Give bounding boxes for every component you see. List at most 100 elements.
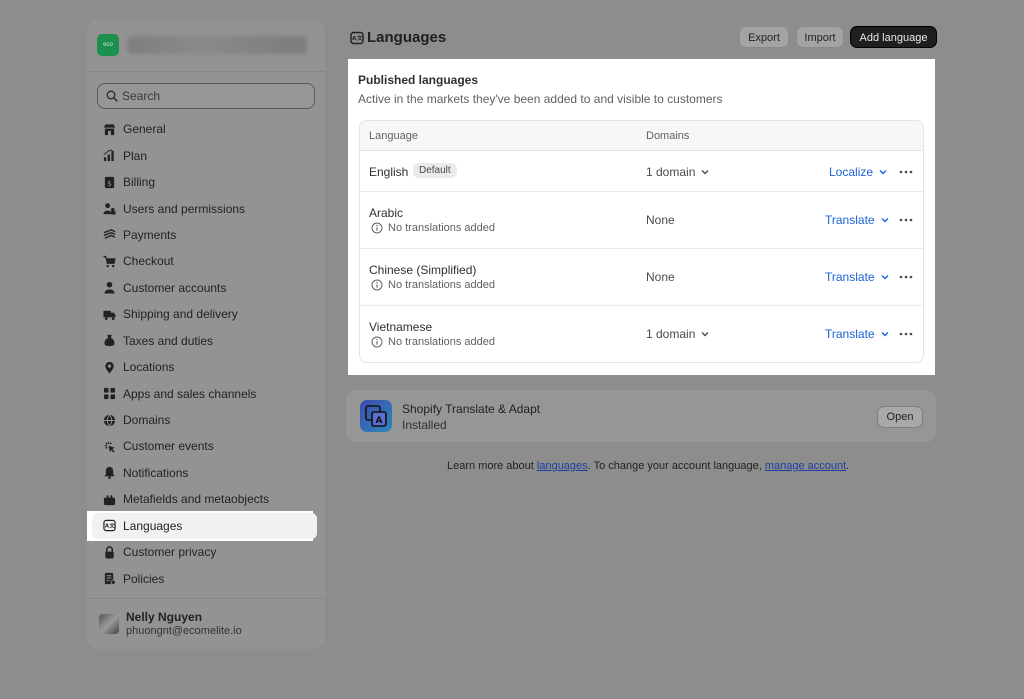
person-icon (103, 282, 115, 294)
sidebar-item-payments[interactable]: Payments (92, 222, 320, 248)
more-actions-icon[interactable] (898, 329, 914, 339)
default-badge: Default (413, 163, 457, 178)
add-language-button[interactable]: Add language (850, 26, 937, 48)
store-switcher[interactable]: eco (97, 34, 315, 60)
sidebar-item-shipping[interactable]: Shipping and delivery (92, 301, 320, 327)
localize-button[interactable]: Localize (829, 165, 888, 179)
sidebar-item-plan[interactable]: Plan (92, 142, 320, 168)
footer-suffix: . (846, 460, 850, 472)
footer-prefix: Learn more about (447, 460, 537, 472)
sidebar-item-locations[interactable]: Locations (92, 354, 320, 380)
sidebar-item-customer-accounts[interactable]: Customer accounts (92, 275, 320, 301)
svg-text:文: 文 (109, 523, 115, 530)
app-status: Installed (402, 418, 447, 432)
domains-dropdown[interactable]: 1 domain (646, 327, 710, 341)
languages-icon: A文 (350, 31, 364, 44)
manage-account-link[interactable]: manage account (765, 460, 846, 472)
sidebar-item-label: Metafields and metaobjects (123, 492, 270, 507)
page-title-text: Languages (367, 29, 447, 46)
apps-icon (103, 388, 115, 400)
translation-note: No translations added (371, 279, 495, 291)
sidebar-item-billing[interactable]: $ Billing (92, 169, 320, 195)
lock-icon (104, 545, 114, 559)
search-input[interactable] (122, 88, 307, 104)
store-name-blurred (127, 36, 307, 54)
sidebar-item-taxes[interactable]: Taxes and duties (92, 328, 320, 354)
translate-button[interactable]: Translate (825, 213, 890, 227)
globe-icon (103, 414, 115, 426)
sidebar-item-label: Checkout (123, 254, 174, 269)
languages-link[interactable]: languages (537, 460, 588, 472)
translate-button[interactable]: Translate (825, 327, 890, 341)
open-app-button[interactable]: Open (877, 406, 923, 428)
table-header: Language Domains (360, 121, 923, 151)
import-button[interactable]: Import (796, 26, 844, 48)
sidebar-item-privacy[interactable]: Customer privacy (92, 539, 320, 565)
store-icon (103, 124, 115, 135)
domains-value: None (646, 213, 675, 227)
more-actions-icon[interactable] (898, 215, 914, 225)
more-actions-icon[interactable] (898, 167, 914, 177)
chevron-down-icon (701, 332, 709, 337)
domains-dropdown[interactable]: 1 domain (646, 165, 710, 179)
policies-icon (104, 573, 116, 585)
sidebar-item-label: Customer events (123, 439, 214, 454)
sidebar-item-metafields[interactable]: Metafields and metaobjects (92, 486, 320, 512)
events-icon (104, 441, 115, 453)
action-label: Translate (825, 213, 875, 227)
sidebar-item-label: Billing (123, 175, 156, 190)
language-name: Arabic (369, 206, 404, 220)
sidebar-item-customer-events[interactable]: Customer events (92, 433, 320, 459)
account-menu[interactable]: Nelly Nguyen phuongnt@ecomelite.io (99, 610, 309, 640)
languages-table: Language Domains English Default 1 domai… (359, 120, 924, 363)
language-name: English (369, 165, 409, 179)
chevron-down-icon (881, 218, 889, 223)
column-header-domains: Domains (646, 130, 690, 142)
sidebar-item-label: Domains (123, 413, 171, 428)
sidebar-item-notifications[interactable]: Notifications (92, 460, 320, 486)
sidebar-item-languages[interactable]: A文 Languages (87, 510, 317, 542)
footer-help-text: Learn more about languages. To change yo… (447, 460, 849, 472)
search-icon (106, 90, 118, 102)
sidebar-item-domains[interactable]: Domains (92, 407, 320, 433)
translate-adapt-app-card: A Shopify Translate & Adapt Installed Op… (346, 390, 936, 442)
svg-text:A: A (376, 416, 383, 426)
action-label: Translate (825, 327, 875, 341)
sidebar-divider (87, 598, 325, 599)
sidebar-item-label: General (123, 122, 166, 137)
svg-text:文: 文 (357, 34, 363, 42)
sidebar-item-label: Policies (123, 571, 165, 586)
language-name: Vietnamese (369, 320, 433, 334)
sidebar-item-users[interactable]: Users and permissions (92, 195, 320, 221)
sidebar-item-label: Customer accounts (123, 280, 227, 295)
translate-button[interactable]: Translate (825, 270, 890, 284)
info-icon (371, 336, 383, 348)
export-button[interactable]: Export (739, 26, 789, 48)
app-name: Shopify Translate & Adapt (402, 402, 541, 416)
plan-icon (103, 149, 114, 162)
translate-glyph-icon: A (365, 405, 387, 427)
column-header-language: Language (369, 130, 418, 142)
sidebar-item-label: Notifications (123, 465, 189, 480)
store-logo: eco (97, 34, 119, 56)
footer-middle: . To change your account language, (587, 460, 765, 472)
language-name: Chinese (Simplified) (369, 263, 477, 277)
domains-value: 1 domain (646, 327, 696, 341)
sidebar-item-checkout[interactable]: Checkout (92, 248, 320, 274)
bell-icon (103, 467, 115, 480)
languages-icon: A文 (102, 520, 116, 532)
sidebar-item-policies[interactable]: Policies (92, 565, 320, 591)
search-box[interactable] (97, 83, 315, 109)
svg-text:$: $ (107, 178, 112, 187)
sidebar-item-general[interactable]: General (92, 116, 320, 142)
translation-note-text: No translations added (388, 279, 496, 291)
sidebar-item-label: Languages (123, 518, 183, 533)
info-icon (371, 222, 383, 234)
sidebar-item-label: Shipping and delivery (123, 307, 238, 322)
location-icon (104, 361, 114, 374)
users-icon (102, 203, 116, 215)
domains-value: 1 domain (646, 165, 696, 179)
sidebar-item-apps[interactable]: Apps and sales channels (92, 380, 320, 406)
sidebar-item-label: Plan (123, 148, 148, 163)
more-actions-icon[interactable] (898, 272, 914, 282)
